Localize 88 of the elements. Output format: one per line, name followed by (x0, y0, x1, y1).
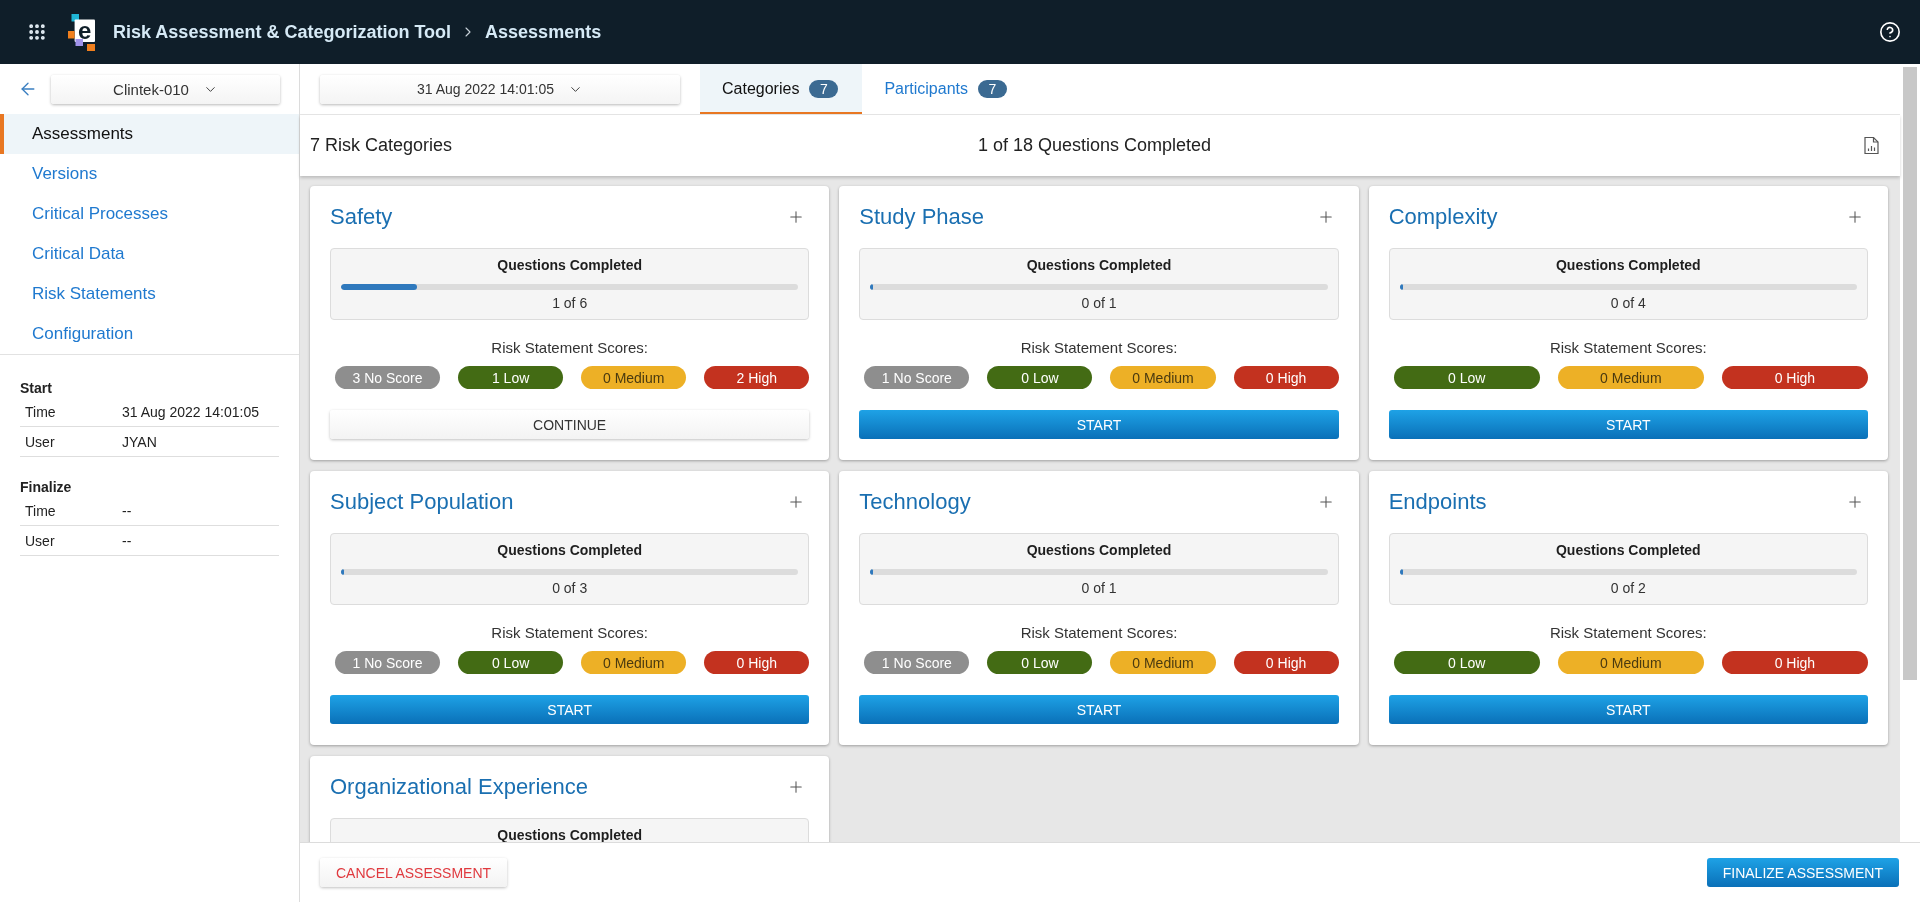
score-pill: 0 High (704, 651, 810, 674)
progress-label: Questions Completed (496, 827, 643, 842)
version-select[interactable]: 31 Aug 2022 14:01:05 (320, 74, 680, 104)
plus-icon[interactable] (1846, 208, 1864, 226)
start-button[interactable]: START (859, 410, 1339, 439)
scores-label: Risk Statement Scores: (1019, 624, 1179, 642)
score-pill: 0 Medium (1110, 651, 1216, 674)
card-title: Technology (859, 489, 971, 515)
scores-label: Risk Statement Scores: (1019, 339, 1179, 357)
nav-item[interactable]: Versions (0, 154, 299, 194)
score-pill: 0 Low (458, 651, 564, 674)
card-title: Safety (330, 204, 393, 230)
nav-item[interactable]: Critical Data (0, 234, 299, 274)
score-pill: 0 Low (987, 366, 1093, 389)
progress-count: 1 of 6 (551, 295, 589, 312)
progress-count: 0 of 2 (1609, 580, 1647, 597)
score-pill: 3 No Score (335, 366, 441, 389)
scores-label: Risk Statement Scores: (490, 339, 650, 357)
nav-item[interactable]: Configuration (0, 314, 299, 354)
progress-label: Questions Completed (1554, 542, 1702, 559)
start-button[interactable]: START (330, 695, 810, 724)
progress-count: 0 of 3 (551, 580, 589, 597)
detail-value: -- (122, 502, 133, 519)
score-pill: 0 Medium (1557, 651, 1704, 674)
detail-value: JYAN (122, 433, 158, 450)
score-pill: 0 Low (1393, 366, 1540, 389)
scores-label: Risk Statement Scores: (1548, 339, 1708, 357)
tab[interactable]: Categories 7 (700, 64, 863, 114)
plus-icon[interactable] (1846, 493, 1864, 511)
score-pill: 0 Medium (1110, 366, 1216, 389)
progress-label: Questions Completed (1025, 542, 1173, 559)
scores-label: Risk Statement Scores: (490, 624, 650, 642)
help-icon[interactable] (1879, 21, 1901, 43)
count-badge: 7 (977, 80, 1007, 98)
nav-item[interactable]: Critical Processes (0, 194, 299, 234)
progress-label: Questions Completed (496, 542, 643, 559)
card-title: Subject Population (330, 489, 514, 515)
nav-item[interactable]: Risk Statements (0, 274, 299, 314)
start-button[interactable]: START (859, 695, 1339, 724)
page-title: Assessments (485, 21, 602, 43)
report-icon[interactable] (1864, 136, 1879, 155)
score-pill: 0 High (1721, 651, 1868, 674)
card-title: Endpoints (1388, 489, 1487, 515)
progress-label: Questions Completed (1025, 257, 1173, 274)
progress-count: 0 of 1 (1080, 580, 1118, 597)
score-pill: 0 Low (1393, 651, 1540, 674)
card-title: Organizational Experience (330, 774, 589, 800)
app-title: Risk Assessment & Categorization Tool (113, 21, 452, 43)
card-title: Complexity (1388, 204, 1498, 230)
score-pill: 0 Medium (581, 651, 687, 674)
finalize-button[interactable]: FINALIZE ASSESSMENT (1706, 858, 1899, 887)
detail-label: Time (25, 502, 57, 519)
score-pill: 0 High (1721, 366, 1868, 389)
section-heading: Start (20, 379, 53, 397)
nav-item[interactable]: Assessments (0, 114, 299, 154)
apps-grid-icon[interactable] (27, 22, 47, 42)
start-button[interactable]: START (1388, 410, 1868, 439)
questions-summary: 1 of 18 Questions Completed (977, 135, 1212, 156)
score-pill: 1 No Score (864, 366, 970, 389)
detail-label: Time (25, 403, 57, 420)
score-pill: 1 No Score (335, 651, 441, 674)
progress-count: 0 of 4 (1609, 295, 1647, 312)
card-title: Study Phase (859, 204, 985, 230)
detail-value: -- (122, 532, 133, 549)
score-pill: 0 Low (987, 651, 1093, 674)
score-pill: 0 Medium (581, 366, 687, 389)
section-heading: Finalize (20, 478, 73, 496)
detail-label: User (25, 433, 56, 450)
count-badge: 7 (809, 80, 839, 98)
score-pill: 0 High (1233, 651, 1339, 674)
summary-title: 7 Risk Categories (310, 135, 453, 156)
score-pill: 1 No Score (864, 651, 970, 674)
scrollbar-thumb[interactable] (1903, 67, 1917, 680)
detail-value: 31 Aug 2022 14:01:05 (122, 403, 261, 420)
study-select[interactable]: Clintek-010 (51, 74, 280, 104)
scores-label: Risk Statement Scores: (1548, 624, 1708, 642)
cancel-button[interactable]: CANCEL ASSESSMENT (320, 858, 508, 887)
progress-label: Questions Completed (1554, 257, 1702, 274)
score-pill: 0 High (1233, 366, 1339, 389)
start-button[interactable]: START (1388, 695, 1868, 724)
progress-label: Questions Completed (496, 257, 643, 274)
continue-button[interactable]: CONTINUE (330, 410, 810, 439)
score-pill: 0 Medium (1557, 366, 1704, 389)
score-pill: 1 Low (458, 366, 564, 389)
tab[interactable]: Participants 7 (862, 64, 1031, 114)
progress-count: 0 of 1 (1080, 295, 1118, 312)
detail-label: User (25, 532, 56, 549)
score-pill: 2 High (704, 366, 810, 389)
